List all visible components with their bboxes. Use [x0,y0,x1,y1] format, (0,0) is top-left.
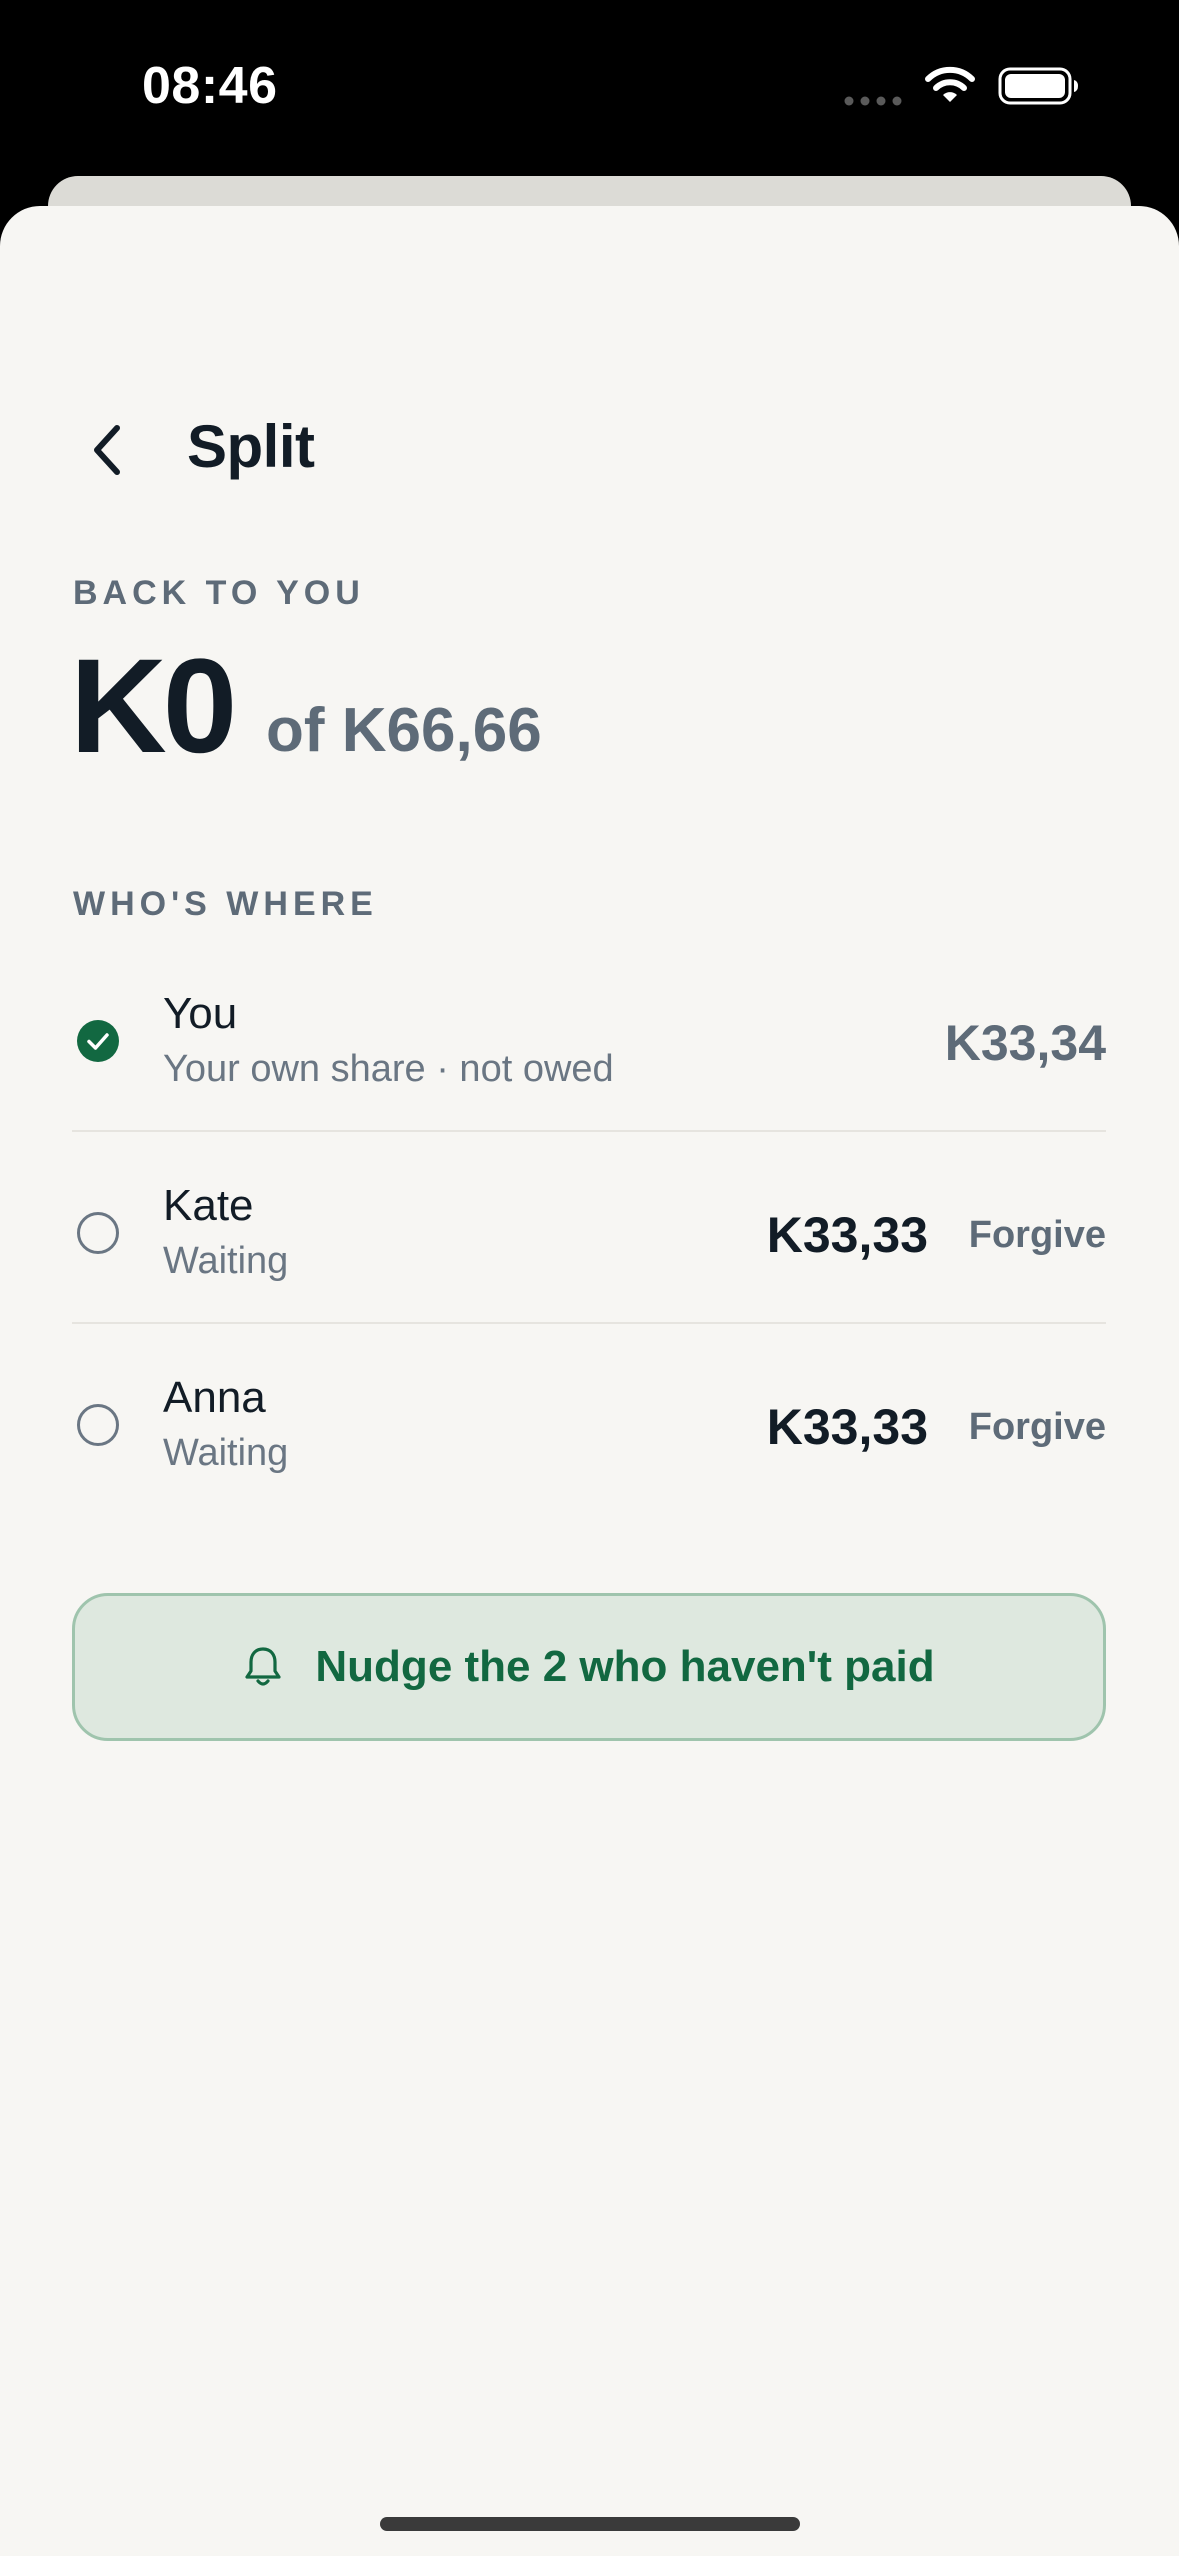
participant-subtitle: Your own share · not owed [163,1048,614,1090]
participant-row-kate: Kate Waiting K33,33 Forgive [72,1132,1106,1322]
whos-where-label: WHO'S WHERE [73,885,378,923]
back-to-you-amount: K0 [70,632,237,781]
participant-amount: K33,34 [944,1015,1106,1071]
wifi-icon [925,66,975,102]
participant-amount: K33,33 [766,1207,928,1263]
participant-amount: K33,33 [766,1399,928,1455]
participant-name: Anna [163,1373,266,1422]
battery-icon [998,67,1078,105]
forgive-button-anna[interactable]: Forgive [969,1408,1106,1446]
forgive-button-kate[interactable]: Forgive [969,1216,1106,1254]
status-time: 08:46 [142,57,278,115]
participant-row-you: You Your own share · not owed K33,34 [72,940,1106,1130]
nudge-button[interactable]: Nudge the 2 who haven't paid [72,1593,1106,1741]
back-button[interactable] [72,408,142,492]
bell-icon [243,1645,283,1689]
participant-row-anna: Anna Waiting K33,33 Forgive [72,1324,1106,1514]
participant-name: Kate [163,1181,254,1230]
cellular-dots-icon [844,96,902,106]
nudge-button-label: Nudge the 2 who haven't paid [315,1642,935,1691]
status-bar: 08:46 [0,0,1179,175]
check-circle-icon [77,1020,119,1062]
participant-name: You [163,989,238,1038]
chevron-left-icon [94,425,120,475]
empty-circle-icon [77,1404,119,1446]
empty-circle-icon [77,1212,119,1254]
participant-subtitle: Waiting [163,1432,289,1474]
page-title: Split [187,413,315,480]
participant-subtitle: Waiting [163,1240,289,1282]
total-amount: of K66,66 [266,696,542,765]
home-indicator[interactable] [380,2517,800,2531]
back-to-you-label: BACK TO YOU [73,574,365,612]
